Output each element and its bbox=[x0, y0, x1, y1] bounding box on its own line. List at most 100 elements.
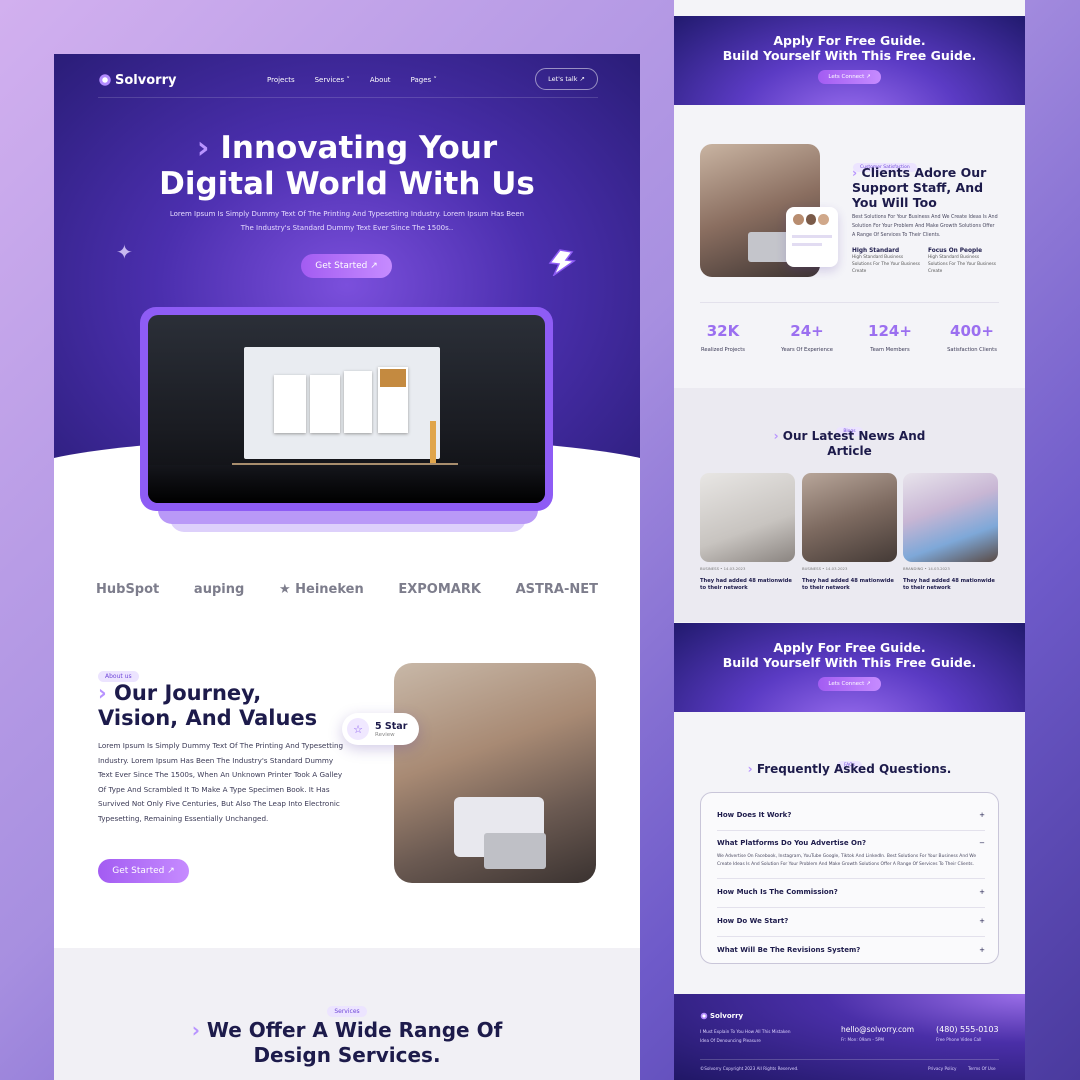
stat-projects: 32K Realized Projects bbox=[683, 322, 763, 353]
brand-logo[interactable]: Solvorry bbox=[98, 73, 176, 88]
faq-question: What Platforms Do You Advertise On? bbox=[717, 839, 867, 847]
footer-copyright: ©Solvorry Copyright 2023 All Rights Rese… bbox=[700, 1066, 799, 1071]
team-photo bbox=[394, 663, 596, 883]
guide-line1: Apply For Free Guide. bbox=[773, 640, 926, 655]
stat-value: 400+ bbox=[950, 322, 994, 340]
navbar: Solvorry Projects Services ˅ About Pages… bbox=[98, 68, 598, 92]
nav-link-services[interactable]: Services ˅ bbox=[315, 76, 350, 84]
faq-question: How Does It Work? bbox=[717, 811, 792, 819]
hero-image-frame bbox=[140, 307, 553, 511]
rating-title: 5 Star bbox=[375, 720, 408, 732]
partner-logos: HubSpot auping ★ Heineken EXPOMARK ASTRA… bbox=[54, 582, 640, 597]
brand-name: Solvorry bbox=[115, 72, 177, 88]
star-icon: ☆ bbox=[347, 718, 369, 740]
hero-title: › Innovating Your Digital World With Us bbox=[54, 130, 640, 202]
divider bbox=[717, 907, 985, 908]
avatar bbox=[792, 213, 805, 226]
lets-connect-button[interactable]: Lets Connect ↗ bbox=[818, 677, 881, 691]
lets-connect-button[interactable]: Lets Connect ↗ bbox=[818, 70, 881, 84]
plus-icon[interactable]: + bbox=[979, 811, 985, 819]
rating-card: ☆ 5 Star Review bbox=[342, 713, 419, 745]
lets-talk-button[interactable]: Let's talk ↗ bbox=[535, 68, 598, 90]
footer-logo[interactable]: Solvorry bbox=[700, 1012, 743, 1020]
privacy-link[interactable]: Privacy Policy bbox=[928, 1066, 957, 1071]
placeholder-line bbox=[792, 235, 832, 238]
news-meta: BUSINESS • 14.03.2023 bbox=[802, 566, 848, 571]
footer-email[interactable]: hello@solvorry.com bbox=[841, 1025, 914, 1034]
news-item-2[interactable]: BUSINESS • 14.03.2023 They had added 48 … bbox=[802, 566, 897, 592]
about-title-line2: Vision, And Values bbox=[98, 706, 318, 730]
news-image-3[interactable] bbox=[903, 473, 998, 562]
lightning-badge-icon bbox=[546, 248, 577, 278]
laptop bbox=[484, 833, 546, 869]
ui-card bbox=[274, 375, 306, 433]
faq-item-2[interactable]: What Platforms Do You Advertise On? − bbox=[717, 839, 985, 847]
faq-item-1[interactable]: How Does It Work? + bbox=[717, 811, 985, 819]
rating-sub: Review bbox=[375, 731, 395, 738]
services-title-line2: Design Services. bbox=[253, 1043, 441, 1067]
services-section: Services › We Offer A Wide Range Of Desi… bbox=[54, 948, 640, 1080]
about-get-started-button[interactable]: Get Started ↗ bbox=[98, 859, 189, 883]
hero-get-started-button[interactable]: Get Started ↗ bbox=[301, 254, 392, 278]
faq-item-3[interactable]: How Much Is The Commission? + bbox=[717, 888, 985, 896]
news-meta: BRANDING • 14.03.2023 bbox=[903, 566, 950, 571]
faq-item-4[interactable]: How Do We Start? + bbox=[717, 917, 985, 925]
footer: Solvorry I Must Explain To You How All T… bbox=[674, 994, 1025, 1080]
plus-icon[interactable]: + bbox=[979, 888, 985, 896]
stat-team: 124+ Team Members bbox=[850, 322, 930, 353]
plus-icon[interactable]: + bbox=[979, 917, 985, 925]
news-item-1[interactable]: BUSINESS • 14.03.2023 They had added 48 … bbox=[700, 566, 795, 592]
chevron-right-icon: › bbox=[852, 165, 858, 180]
support-title-line3: You Will Too bbox=[852, 195, 937, 210]
feature-text: High Standard Business Solutions For The… bbox=[928, 255, 997, 274]
logo-auping: auping bbox=[193, 582, 245, 597]
terms-link[interactable]: Terms Of Use bbox=[968, 1066, 996, 1071]
about-title-line1: Our Journey, bbox=[113, 681, 262, 705]
footer-brand: Solvorry bbox=[710, 1012, 744, 1020]
news-title-line1: Our Latest News And bbox=[782, 429, 926, 443]
food-image bbox=[380, 369, 406, 387]
logo-hubspot: HubSpot bbox=[96, 582, 160, 597]
feature-high-standard: High Standard High Standard Business Sol… bbox=[852, 248, 924, 275]
nav-link-pages[interactable]: Pages ˅ bbox=[411, 76, 437, 84]
faq-question: How Much Is The Commission? bbox=[717, 888, 838, 896]
feature-text: High Standard Business Solutions For The… bbox=[852, 255, 921, 274]
logo-astranet: ASTRA-NET bbox=[515, 582, 598, 597]
minus-icon[interactable]: − bbox=[979, 839, 985, 847]
news-image-1[interactable] bbox=[700, 473, 795, 562]
stat-value: 24+ bbox=[790, 322, 824, 340]
support-title-line2: Support Staff, And bbox=[852, 180, 984, 195]
nav-link-about[interactable]: About bbox=[370, 76, 391, 84]
news-item-3[interactable]: BRANDING • 14.03.2023 They had added 48 … bbox=[903, 566, 998, 592]
footer-hours: Fr: Mon: 09am - 5PM bbox=[841, 1037, 885, 1042]
news-title-line2: Article bbox=[827, 444, 872, 458]
chevron-right-icon: › bbox=[747, 762, 753, 776]
landing-page-left: Solvorry Projects Services ˅ About Pages… bbox=[54, 54, 640, 1080]
chevron-right-icon: › bbox=[191, 1018, 200, 1042]
logo-expomark: EXPOMARK bbox=[398, 582, 481, 597]
footer-divider bbox=[700, 1059, 999, 1060]
faq-title-text: Frequently Asked Questions. bbox=[756, 762, 952, 776]
services-title: › We Offer A Wide Range Of Design Servic… bbox=[54, 1018, 640, 1068]
conference-stage-photo bbox=[148, 315, 545, 503]
hero-title-line1: Innovating Your bbox=[220, 130, 498, 166]
footer-phone-sub: Free Phone Video Call bbox=[936, 1037, 982, 1042]
logo-heineken: ★ Heineken bbox=[278, 582, 364, 597]
speaker bbox=[430, 421, 436, 463]
news-title: › Our Latest News And Article bbox=[674, 429, 1025, 459]
news-image-2[interactable] bbox=[802, 473, 897, 562]
guide-line2: Build Yourself With This Free Guide. bbox=[722, 48, 977, 63]
chevron-right-icon: › bbox=[773, 429, 779, 443]
plus-icon[interactable]: + bbox=[979, 946, 985, 954]
logo-icon bbox=[700, 1012, 708, 1020]
nav-link-projects[interactable]: Projects bbox=[267, 76, 295, 84]
footer-desc: I Must Explain To You How All This Mista… bbox=[700, 1029, 791, 1043]
nav-divider bbox=[98, 97, 598, 98]
news-title-text: They had added 48 mationwide to their ne… bbox=[700, 578, 792, 591]
faq-item-5[interactable]: What Will Be The Revisions System? + bbox=[717, 946, 985, 954]
footer-phone[interactable]: (480) 555-0103 bbox=[936, 1025, 999, 1034]
chevron-right-icon: › bbox=[196, 130, 210, 166]
support-title-line1: Clients Adore Our bbox=[861, 165, 987, 180]
faq-title: › Frequently Asked Questions. bbox=[674, 762, 1025, 776]
guide-banner-top: Apply For Free Guide. Build Yourself With… bbox=[674, 16, 1025, 105]
